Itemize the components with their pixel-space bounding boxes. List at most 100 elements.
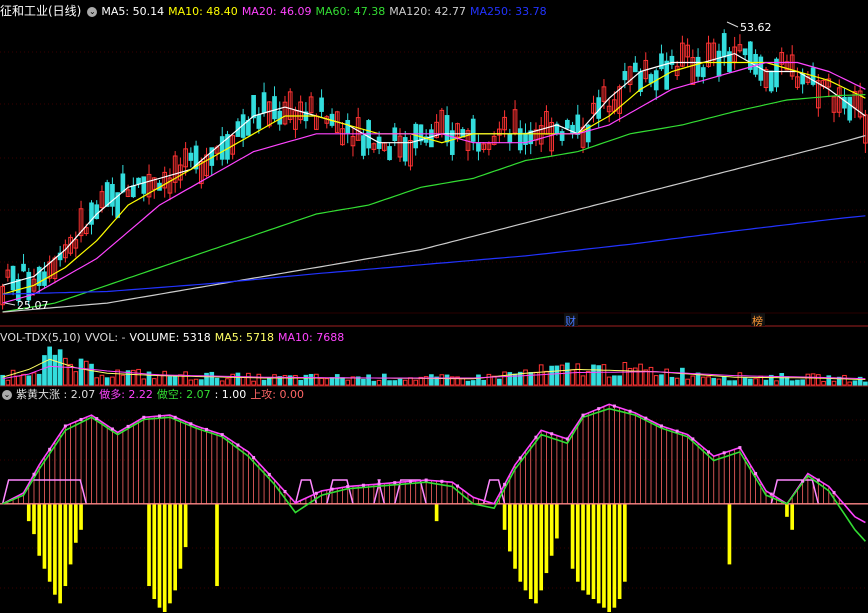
short-signal-bar bbox=[523, 503, 528, 591]
long-dot bbox=[503, 482, 507, 486]
candle-body bbox=[565, 119, 570, 129]
candle-body bbox=[402, 137, 408, 162]
long-dot bbox=[48, 447, 52, 451]
ma-line-ma250 bbox=[2, 215, 866, 295]
volume-bar bbox=[15, 375, 21, 386]
long-dot bbox=[189, 422, 193, 426]
long-dot bbox=[754, 472, 758, 476]
short-signal-bar bbox=[534, 503, 538, 604]
short-signal-bar bbox=[32, 503, 36, 535]
long-dot bbox=[314, 491, 318, 495]
long-dot bbox=[110, 427, 114, 431]
volume-bar bbox=[570, 369, 575, 386]
volume-bar bbox=[172, 375, 178, 386]
long-dot bbox=[126, 424, 130, 428]
candle-body bbox=[188, 152, 194, 161]
volume-bar bbox=[151, 378, 157, 386]
long-dot bbox=[675, 429, 679, 433]
candle-body bbox=[470, 118, 476, 142]
long-dot bbox=[707, 450, 711, 454]
low-price-pointer bbox=[4, 302, 16, 306]
candle-body bbox=[444, 115, 450, 143]
candle-body bbox=[21, 263, 26, 272]
short-signal-bar bbox=[434, 503, 439, 522]
ma-line-ma20 bbox=[2, 61, 866, 304]
short-signal-bar bbox=[53, 503, 57, 595]
short-signal-bar bbox=[168, 503, 172, 604]
volume-bar bbox=[444, 374, 450, 386]
volume-bar bbox=[779, 373, 785, 386]
short-signal-bar bbox=[727, 503, 732, 565]
short-signal-bar bbox=[63, 503, 68, 587]
short-signal-bar bbox=[790, 503, 795, 530]
long-dot bbox=[283, 490, 287, 494]
volume-bar bbox=[42, 355, 47, 386]
volume-bar bbox=[157, 374, 162, 386]
volume-bar bbox=[502, 371, 507, 386]
volume-bar bbox=[272, 374, 277, 386]
volume-bar bbox=[251, 380, 256, 386]
volume-bar bbox=[716, 378, 722, 386]
short-signal-bar bbox=[570, 503, 575, 569]
long-dot bbox=[644, 416, 648, 420]
volume-bar bbox=[486, 373, 492, 386]
volume-bar bbox=[690, 375, 696, 386]
long-dot bbox=[565, 437, 569, 441]
long-dot bbox=[691, 437, 695, 441]
candle-body bbox=[256, 114, 262, 129]
short-signal-bar bbox=[596, 503, 601, 604]
long-dot bbox=[424, 478, 428, 482]
volume-bar bbox=[225, 378, 230, 386]
volume-bar bbox=[831, 380, 837, 386]
candle-body bbox=[842, 96, 847, 109]
short-signal-bar bbox=[549, 503, 554, 556]
volume-bar bbox=[78, 358, 84, 386]
volume-bar bbox=[261, 379, 267, 386]
long-dot bbox=[612, 404, 616, 408]
volume-bar bbox=[612, 375, 617, 386]
candle-body bbox=[261, 92, 267, 114]
short-signal-bar bbox=[152, 503, 157, 600]
volume-bar bbox=[711, 377, 717, 386]
short-signal-bar bbox=[607, 503, 611, 612]
volume-bar bbox=[167, 376, 173, 386]
volume-bar bbox=[591, 364, 596, 386]
long-line bbox=[2, 403, 866, 524]
volume-bar bbox=[585, 370, 591, 386]
short-signal-bar bbox=[42, 503, 47, 569]
short-signal-bar bbox=[581, 503, 585, 591]
candle-body bbox=[141, 176, 147, 194]
volume-bar bbox=[52, 354, 58, 386]
low-price-label: 25.07 bbox=[17, 299, 49, 312]
short-signal-bar bbox=[147, 503, 151, 587]
volume-bar bbox=[774, 380, 779, 386]
volume-bar bbox=[606, 376, 612, 386]
volume-bar bbox=[230, 373, 236, 386]
long-dot bbox=[63, 424, 67, 428]
volume-bar bbox=[73, 371, 79, 386]
volume-bar bbox=[685, 378, 690, 386]
long-dot bbox=[377, 482, 381, 486]
short-signal-bar bbox=[539, 503, 544, 591]
volume-bar bbox=[219, 380, 225, 386]
short-signal-bar bbox=[178, 503, 183, 569]
volume-bar bbox=[334, 374, 340, 386]
volume-bar bbox=[460, 378, 466, 386]
volume-bar bbox=[214, 377, 220, 386]
event-marker: 榜 bbox=[752, 314, 763, 328]
short-signal-bar bbox=[602, 503, 606, 608]
volume-bar bbox=[120, 374, 126, 386]
long-dot bbox=[832, 491, 836, 495]
volume-bar bbox=[162, 370, 168, 386]
ma-line-ma10 bbox=[2, 61, 866, 295]
volume-bar bbox=[821, 380, 826, 386]
candle-body bbox=[361, 135, 366, 156]
candle-body bbox=[632, 62, 638, 73]
volume-bar bbox=[94, 377, 100, 386]
volume-bar bbox=[748, 378, 753, 386]
stock-chart[interactable]: 53.62 25.07 财 榜 bbox=[0, 0, 868, 613]
long-dot bbox=[267, 472, 271, 476]
long-dot bbox=[330, 487, 334, 491]
volume-bar bbox=[810, 373, 816, 386]
event-marker: 财 bbox=[565, 314, 576, 328]
